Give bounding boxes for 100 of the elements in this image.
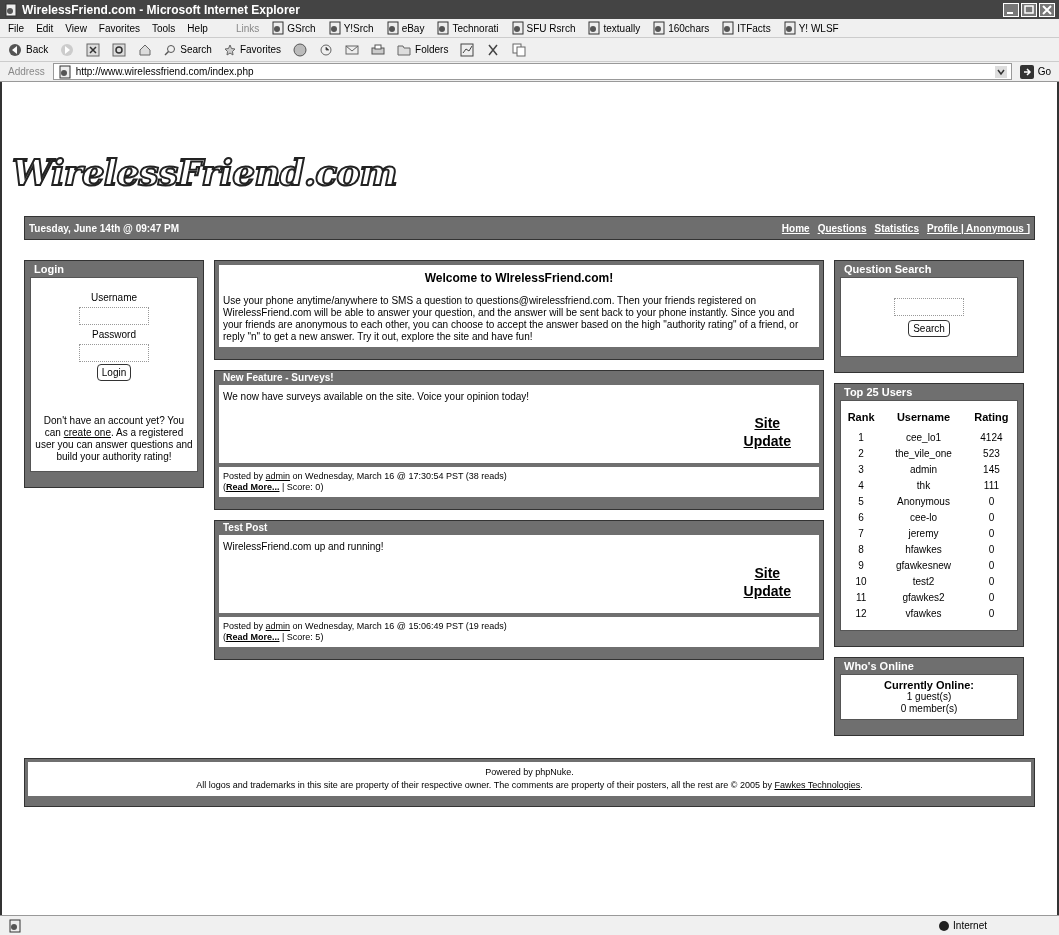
- folder-icon: [397, 43, 412, 56]
- table-cell-text: 9: [857, 558, 865, 573]
- link-button[interactable]: Technorati: [436, 20, 499, 36]
- go-button[interactable]: Go: [1019, 64, 1051, 79]
- refresh-icon[interactable]: [112, 42, 127, 57]
- post-text: WirelessFriend.com up and running!: [223, 540, 384, 554]
- nav-link[interactable]: Profile | Anonymous ]: [927, 220, 1030, 236]
- menu-item[interactable]: Favorites: [98, 20, 140, 36]
- links-label: Links: [235, 21, 260, 36]
- table-cell-text: hfawkes: [904, 542, 943, 557]
- read-more-link[interactable]: Read More...: [226, 482, 280, 492]
- address-label: Address: [8, 65, 45, 79]
- copyright-text: All logos and trademarks in this site are property of their respective owner. The comments are property of their posters, all the rest are © 2005 by Fawkes Technologies.: [195, 778, 864, 792]
- search-icon: [164, 43, 177, 56]
- table-cell-text: 8: [857, 542, 865, 557]
- table-cell-text: 5: [857, 494, 865, 509]
- mail-icon[interactable]: [345, 42, 360, 57]
- table-cell-text: 4124: [979, 430, 1004, 445]
- search-submit-button[interactable]: Search: [908, 319, 950, 337]
- table-cell-text: 11: [854, 590, 868, 605]
- input-field[interactable]: [79, 344, 149, 362]
- table-cell-text: 12: [854, 606, 868, 621]
- link-button[interactable]: Y!Srch: [327, 20, 374, 36]
- link-button[interactable]: ITFacts: [721, 20, 771, 36]
- table-cell-text: 0: [987, 606, 996, 621]
- cut-icon[interactable]: [486, 42, 501, 57]
- copy-icon[interactable]: [512, 42, 527, 57]
- username-label: Username: [90, 291, 138, 305]
- menu-item[interactable]: Edit: [36, 20, 54, 36]
- online-heading: Currently Online:: [883, 678, 975, 691]
- column-header: Username: [895, 410, 952, 425]
- author-link[interactable]: admin: [265, 621, 291, 631]
- table-cell-text: 0: [987, 542, 996, 557]
- online-count: 1 guest(s): [906, 690, 953, 703]
- maximize-icon[interactable]: [1021, 2, 1037, 17]
- back-button[interactable]: Back: [8, 42, 49, 57]
- history-icon[interactable]: [319, 42, 334, 57]
- table-cell-text: thk: [915, 478, 932, 493]
- link-button[interactable]: GSrch: [271, 20, 316, 36]
- table-cell-text: 523: [982, 446, 1001, 461]
- table-cell-text: 0: [987, 510, 996, 525]
- link-button[interactable]: 160chars: [652, 20, 710, 36]
- print-icon[interactable]: [371, 42, 386, 57]
- table-cell-text: 3: [857, 462, 865, 477]
- link-button[interactable]: eBay: [385, 20, 425, 36]
- date-text: Tuesday, June 14th @ 09:47 PM: [29, 221, 179, 236]
- table-cell-text: 0: [987, 574, 996, 589]
- welcome-text: Use your phone anytime/anywhere to SMS a question to questions@wirelessfriend.com. Then your friends registered on WirelessFriend.com will be able to answer your question, and the answer will be sent back to your phone instantly. Since you and your friends are anonymous to each other, you can choose to accept the answer based on the high "authority rating" of a friend, or reply "n" to get a new answer. Try it out, explore the site and have fun!: [223, 295, 800, 343]
- powered-text: Powered by phpNuke.: [484, 765, 575, 779]
- welcome-title: Welcome to WIrelessFriend.com!: [423, 270, 615, 287]
- close-icon[interactable]: [1039, 2, 1055, 17]
- nav-link[interactable]: Home: [781, 220, 810, 236]
- table-cell-text: Anonymous: [896, 494, 951, 509]
- folders-button[interactable]: Folders: [397, 42, 449, 57]
- author-link[interactable]: admin: [265, 471, 291, 481]
- topic-link[interactable]: Site Update: [743, 414, 791, 450]
- input-field[interactable]: [894, 297, 964, 316]
- table-cell-text: vfawkes: [904, 606, 943, 621]
- table-cell-text: cee_lo1: [905, 430, 943, 445]
- menu-item[interactable]: Tools: [152, 20, 176, 36]
- password-label: Password: [92, 328, 136, 342]
- menu-item[interactable]: Help: [187, 20, 208, 36]
- table-cell-text: 4: [857, 478, 865, 493]
- link-button[interactable]: Y! WLSF: [782, 20, 839, 36]
- nav-link[interactable]: Questions: [817, 220, 867, 236]
- table-cell-text: 111: [982, 478, 1001, 493]
- menu-item[interactable]: File: [8, 20, 25, 36]
- home-icon[interactable]: [138, 42, 153, 57]
- address-field[interactable]: http://www.wirelessfriend.com/index.php: [52, 63, 1012, 80]
- block-title: Who's Online: [843, 658, 915, 674]
- dropdown-icon[interactable]: [994, 65, 1007, 78]
- link-button[interactable]: SFU Rsrch: [510, 20, 576, 36]
- table-cell-text: 0: [987, 526, 996, 541]
- post-footer: (Read More... | Score: 5): [223, 632, 815, 643]
- column-header: Rank: [846, 410, 876, 425]
- table-cell-text: 10: [854, 574, 868, 589]
- table-cell-text: 2: [857, 446, 865, 461]
- stop-icon[interactable]: [86, 42, 101, 57]
- table-cell-text: gfawkes2: [901, 590, 946, 605]
- favorites-button[interactable]: Favorites: [223, 42, 282, 57]
- post-meta: Posted by admin on Wednesday, March 16 @ 17:30:54 PST (38 reads): [223, 471, 508, 482]
- window-title: WirelessFriend.com - Microsoft Internet Explorer: [22, 1, 300, 19]
- nav-link[interactable]: Statistics: [874, 220, 919, 236]
- login-button[interactable]: Login: [96, 364, 132, 381]
- read-more-link[interactable]: Read More...: [226, 632, 280, 642]
- table-cell-text: 0: [987, 590, 996, 605]
- menu-item[interactable]: View: [65, 20, 87, 36]
- topic-link[interactable]: Site Update: [743, 564, 791, 600]
- post-footer: (Read More... | Score: 0): [223, 482, 815, 493]
- go-arrow-icon: [1019, 64, 1034, 79]
- create-link[interactable]: create one: [63, 427, 111, 438]
- chart-icon[interactable]: [460, 42, 475, 57]
- link-button[interactable]: textually: [587, 20, 641, 36]
- minimize-icon[interactable]: [1003, 2, 1019, 17]
- table-cell-text: gfawkesnew: [895, 558, 953, 573]
- search-button[interactable]: Search: [164, 42, 212, 57]
- table-cell-text: 0: [987, 494, 996, 509]
- table-cell-text: 7: [857, 526, 865, 541]
- post-text: We now have surveys available on the site. Voice your opinion today!: [223, 390, 530, 404]
- input-field[interactable]: [79, 307, 149, 325]
